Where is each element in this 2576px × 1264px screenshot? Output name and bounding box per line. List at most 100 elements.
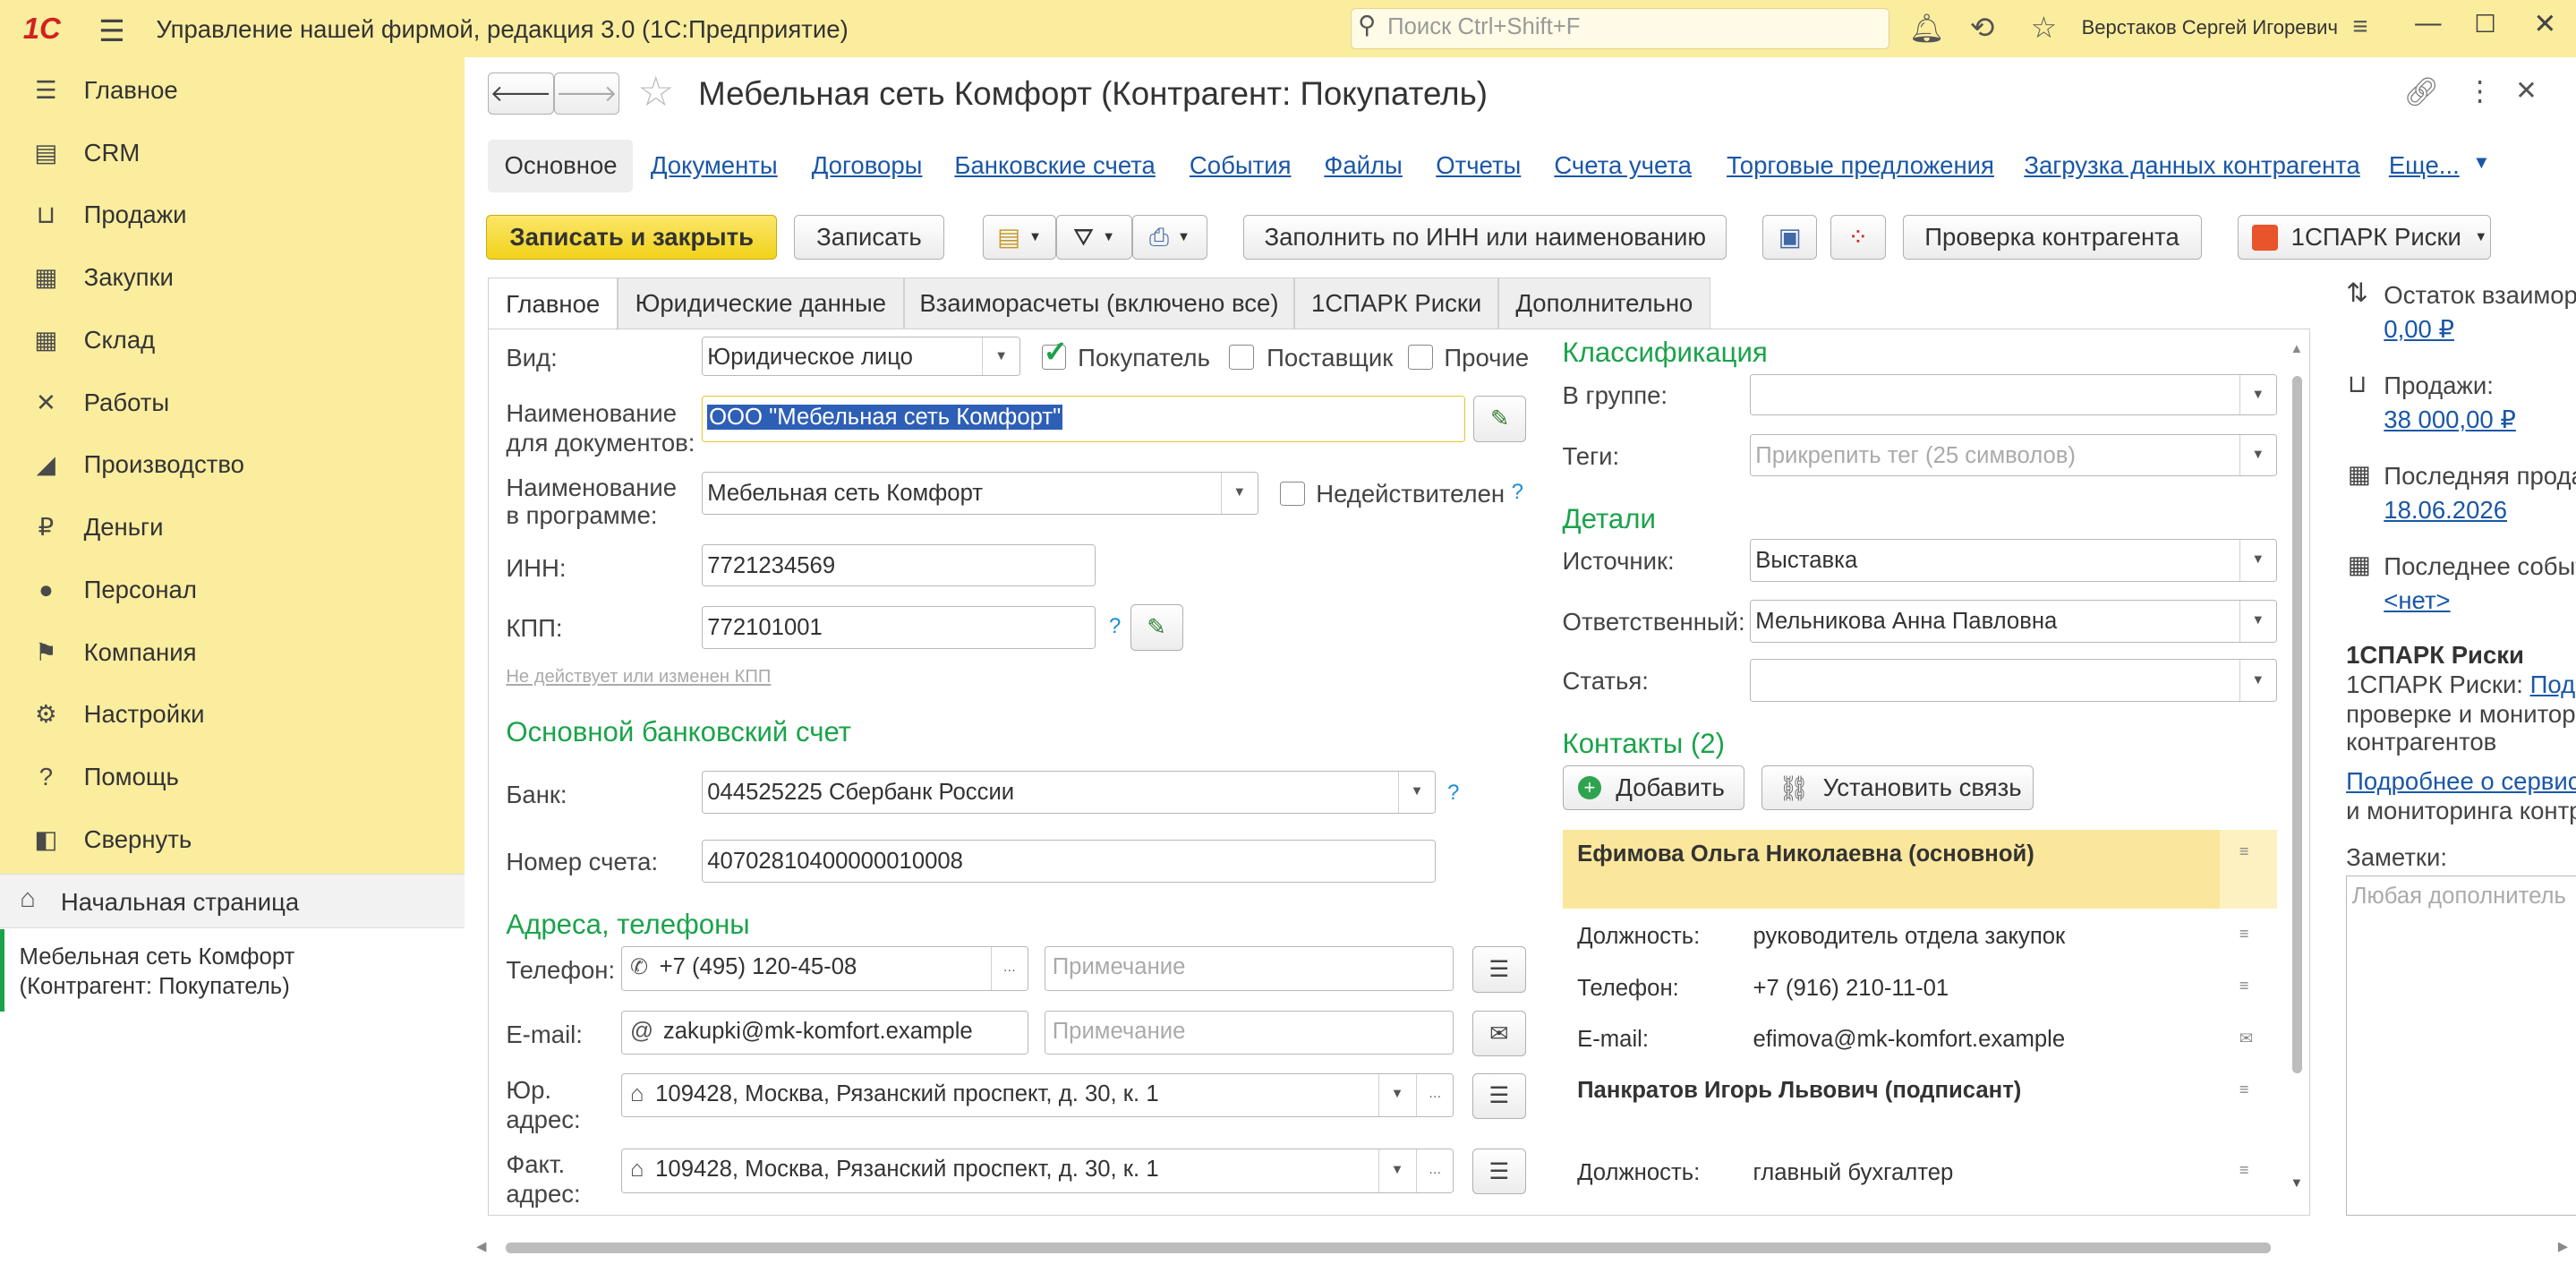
ellipsis-button[interactable]: … bbox=[1416, 1073, 1453, 1117]
kpp-input[interactable]: 772101001 bbox=[701, 606, 1096, 650]
chevron-down-icon[interactable]: ▼ bbox=[2239, 540, 2276, 581]
scroll-left-icon[interactable]: ◀ bbox=[476, 1239, 486, 1254]
nav-link-documents[interactable]: Документы bbox=[651, 151, 778, 180]
nav-link-events[interactable]: События bbox=[1190, 151, 1292, 180]
bank-help-icon[interactable]: ? bbox=[1447, 781, 1459, 806]
horizontal-scrollbar[interactable]: ◀ ▶ bbox=[472, 1235, 2576, 1259]
tab-legal[interactable]: Юридические данные bbox=[618, 278, 904, 329]
history-icon[interactable]: ⟲ bbox=[1970, 10, 1995, 45]
open-form-tab[interactable]: Мебельная сеть Комфорт (Контрагент: Поку… bbox=[0, 929, 465, 1012]
chevron-down-icon[interactable]: ▼ bbox=[1378, 1149, 1415, 1192]
row-menu-icon[interactable]: ≡ bbox=[2239, 976, 2249, 995]
group-select[interactable]: ▼ bbox=[1749, 374, 2277, 416]
ur-address-input[interactable]: ⌂ 109428, Москва, Рязанский проспект, д.… bbox=[620, 1072, 1454, 1118]
fact-address-input[interactable]: ⌂ 109428, Москва, Рязанский проспект, д.… bbox=[620, 1149, 1454, 1193]
global-search-input[interactable]: ⚲ Поиск Ctrl+Shift+F bbox=[1350, 8, 1889, 50]
ellipsis-button[interactable]: … bbox=[1416, 1149, 1453, 1192]
nav-link-offers[interactable]: Торговые предложения bbox=[1727, 151, 1994, 180]
sidebar-item-crm[interactable]: ▤ CRM bbox=[0, 122, 465, 184]
create-based-on-button[interactable]: ▤ ▼ bbox=[982, 215, 1057, 260]
sidebar-item-sales[interactable]: ⊔ Продажи bbox=[0, 184, 465, 247]
settings-menu-icon[interactable]: ≡ bbox=[2352, 12, 2367, 42]
spark-dots-button[interactable]: ⁘ bbox=[1830, 215, 1887, 260]
phone-note-input[interactable]: Примечание bbox=[1045, 946, 1454, 991]
vid-select[interactable]: Юридическое лицо ▼ bbox=[701, 337, 1020, 377]
nav-link-accounts[interactable]: Счета учета bbox=[1554, 151, 1692, 180]
responsible-select[interactable]: Мельникова Анна Павловна ▼ bbox=[1749, 599, 2277, 643]
other-checkbox[interactable] bbox=[1408, 345, 1433, 371]
tab-spark[interactable]: 1СПАРК Риски bbox=[1294, 278, 1498, 329]
sidebar-item-money[interactable]: ₽ Деньги bbox=[0, 496, 465, 559]
close-form-icon[interactable]: ✕ bbox=[2515, 75, 2538, 107]
kpp-edit-button[interactable]: ✎ bbox=[1130, 604, 1183, 651]
chevron-down-icon[interactable]: ▼ bbox=[2239, 434, 2276, 476]
scroll-down-icon[interactable]: ▼ bbox=[2290, 1176, 2304, 1191]
bank-input[interactable]: 044525225 Сбербанк России ▼ bbox=[701, 770, 1437, 814]
link-icon[interactable]: 🔗︎ bbox=[2403, 75, 2439, 108]
source-select[interactable]: Выставка ▼ bbox=[1749, 539, 2277, 582]
chevron-down-icon[interactable]: ▼ bbox=[2239, 375, 2276, 415]
scroll-up-icon[interactable]: ▲ bbox=[2290, 342, 2304, 356]
sidebar-item-personnel[interactable]: ● Персонал bbox=[0, 559, 465, 621]
tab-main[interactable]: Главное bbox=[488, 278, 618, 330]
fact-address-menu-button[interactable]: ☰ bbox=[1471, 1149, 1527, 1195]
invalid-checkbox[interactable] bbox=[1279, 481, 1305, 507]
sidebar-item-help[interactable]: ? Помощь bbox=[0, 746, 465, 808]
scroll-thumb[interactable] bbox=[2291, 376, 2302, 1073]
last-event-value[interactable]: <нет> bbox=[2384, 586, 2450, 615]
nav-link-contracts[interactable]: Договоры bbox=[812, 151, 923, 180]
fill-by-inn-button[interactable]: Заполнить по ИНН или наименованию bbox=[1243, 215, 1727, 260]
last-sale-value[interactable]: 18.06.2026 bbox=[2384, 496, 2507, 525]
user-name[interactable]: Верстаков Сергей Игоревич bbox=[2082, 16, 2338, 39]
h-scroll-thumb[interactable] bbox=[506, 1242, 2271, 1254]
form-scrollbar[interactable]: ▲ ▼ bbox=[2287, 337, 2307, 1202]
row-menu-icon[interactable]: ≡ bbox=[2239, 1160, 2249, 1180]
favorite-star-icon[interactable]: ☆ bbox=[637, 67, 674, 115]
close-window-icon[interactable]: ✕ bbox=[2533, 8, 2556, 40]
sidebar-item-works[interactable]: ✕ Работы bbox=[0, 372, 465, 434]
minimize-icon[interactable]: — bbox=[2415, 8, 2441, 38]
tab-settlements[interactable]: Взаиморасчеты (включено все) bbox=[903, 278, 1295, 329]
envelope-icon[interactable]: ✉ bbox=[2239, 1029, 2253, 1048]
kpp-help-icon[interactable]: ? bbox=[1109, 614, 1121, 639]
email-input[interactable]: @ zakupki@mk-komfort.example bbox=[620, 1010, 1029, 1055]
chevron-down-icon[interactable]: ▼ bbox=[2239, 660, 2276, 701]
phone-input[interactable]: ✆ +7 (495) 120-45-08 … bbox=[620, 946, 1029, 991]
ellipsis-button[interactable]: … bbox=[990, 947, 1028, 990]
maximize-icon[interactable]: ☐ bbox=[2474, 10, 2496, 38]
add-contact-button[interactable]: + Добавить bbox=[1562, 765, 1745, 810]
more-actions-icon[interactable]: ⋮ bbox=[2466, 75, 2494, 107]
check-counterparty-button[interactable]: Проверка контрагента bbox=[1902, 215, 2202, 260]
link-contact-button[interactable]: ⛓ Установить связь bbox=[1761, 765, 2034, 810]
kpp-changed-link[interactable]: Не действует или изменен КПП bbox=[506, 667, 771, 688]
chevron-down-icon[interactable]: ▼ bbox=[1220, 472, 1258, 514]
sidebar-item-warehouse[interactable]: ▦ Склад bbox=[0, 309, 465, 372]
ur-address-menu-button[interactable]: ☰ bbox=[1471, 1072, 1527, 1119]
article-select[interactable]: ▼ bbox=[1749, 659, 2277, 702]
bell-icon[interactable]: 🔔︎ bbox=[1909, 12, 1945, 45]
account-input[interactable]: 40702810400000010008 bbox=[701, 839, 1437, 883]
nav-link-main[interactable]: Основное bbox=[504, 151, 617, 180]
sidebar-item-settings[interactable]: ⚙ Настройки bbox=[0, 684, 465, 747]
spark-link-2[interactable]: Подробнее о сервис bbox=[2346, 767, 2576, 796]
inn-input[interactable]: 7721234569 bbox=[701, 543, 1096, 587]
spark-link-1[interactable]: Подр bbox=[2530, 670, 2576, 698]
nav-link-files[interactable]: Файлы bbox=[1324, 151, 1402, 180]
row-menu-icon[interactable]: ≡ bbox=[2239, 841, 2249, 861]
save-button[interactable]: Записать bbox=[793, 215, 945, 260]
invalid-help-icon[interactable]: ? bbox=[1512, 480, 1523, 505]
edit-name-button[interactable]: ✎ bbox=[1473, 396, 1527, 442]
filter-button[interactable]: ⛛ ▼ bbox=[1056, 215, 1132, 260]
save-and-close-button[interactable]: Записать и закрыть bbox=[486, 215, 778, 260]
row-menu-icon[interactable]: ≡ bbox=[2239, 924, 2249, 944]
sidebar-item-purchases[interactable]: ▦ Закупки bbox=[0, 246, 465, 309]
star-icon[interactable]: ☆ bbox=[2031, 10, 2058, 45]
chevron-down-icon[interactable]: ▼ bbox=[2239, 600, 2276, 642]
tags-input[interactable]: Прикрепить тег (25 символов) ▼ bbox=[1749, 433, 2277, 477]
forward-button[interactable]: 🡒 bbox=[553, 72, 619, 115]
scroll-right-icon[interactable]: ▶ bbox=[2558, 1239, 2568, 1254]
chevron-down-icon[interactable]: ▼ bbox=[1397, 771, 1435, 813]
document-search-button[interactable]: ▣ bbox=[1762, 215, 1818, 260]
home-tab[interactable]: ⌂ Начальная страница bbox=[0, 875, 465, 929]
nav-link-bank-accounts[interactable]: Банковские счета bbox=[954, 151, 1155, 180]
